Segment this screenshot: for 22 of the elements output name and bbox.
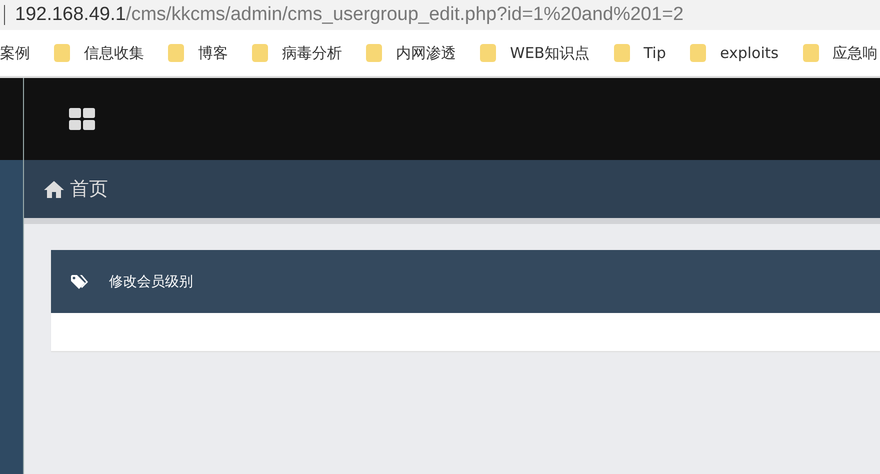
folder-icon — [690, 44, 706, 62]
bookmark-link[interactable]: WEB知识点 — [510, 44, 590, 62]
bookmark-link[interactable]: 应急响 — [832, 44, 878, 62]
bookmark-link[interactable]: 内网渗透 — [396, 44, 456, 62]
bookmark-link[interactable]: 病毒分析 — [282, 44, 342, 62]
folder-icon — [168, 44, 184, 62]
folder-icon — [54, 44, 70, 62]
bookmark-link[interactable]: 博客 — [198, 44, 228, 62]
folder-icon — [614, 44, 630, 62]
folder-icon — [252, 44, 268, 62]
breadcrumb-link[interactable]: 首页 — [70, 176, 108, 202]
home-icon — [44, 180, 64, 198]
tag-icon — [71, 274, 89, 288]
grid-icon[interactable] — [69, 108, 95, 130]
bookmark-link[interactable]: 信息收集 — [84, 44, 144, 62]
folder-icon — [802, 44, 819, 62]
folder-icon — [366, 44, 382, 62]
folder-icon — [480, 44, 496, 62]
bookmark-link[interactable]: Tip — [644, 44, 666, 62]
panel-title: 修改会员级别 — [109, 272, 193, 290]
bookmark-link[interactable]: 案例 — [0, 44, 30, 62]
bookmark-link[interactable]: exploits — [720, 44, 779, 62]
